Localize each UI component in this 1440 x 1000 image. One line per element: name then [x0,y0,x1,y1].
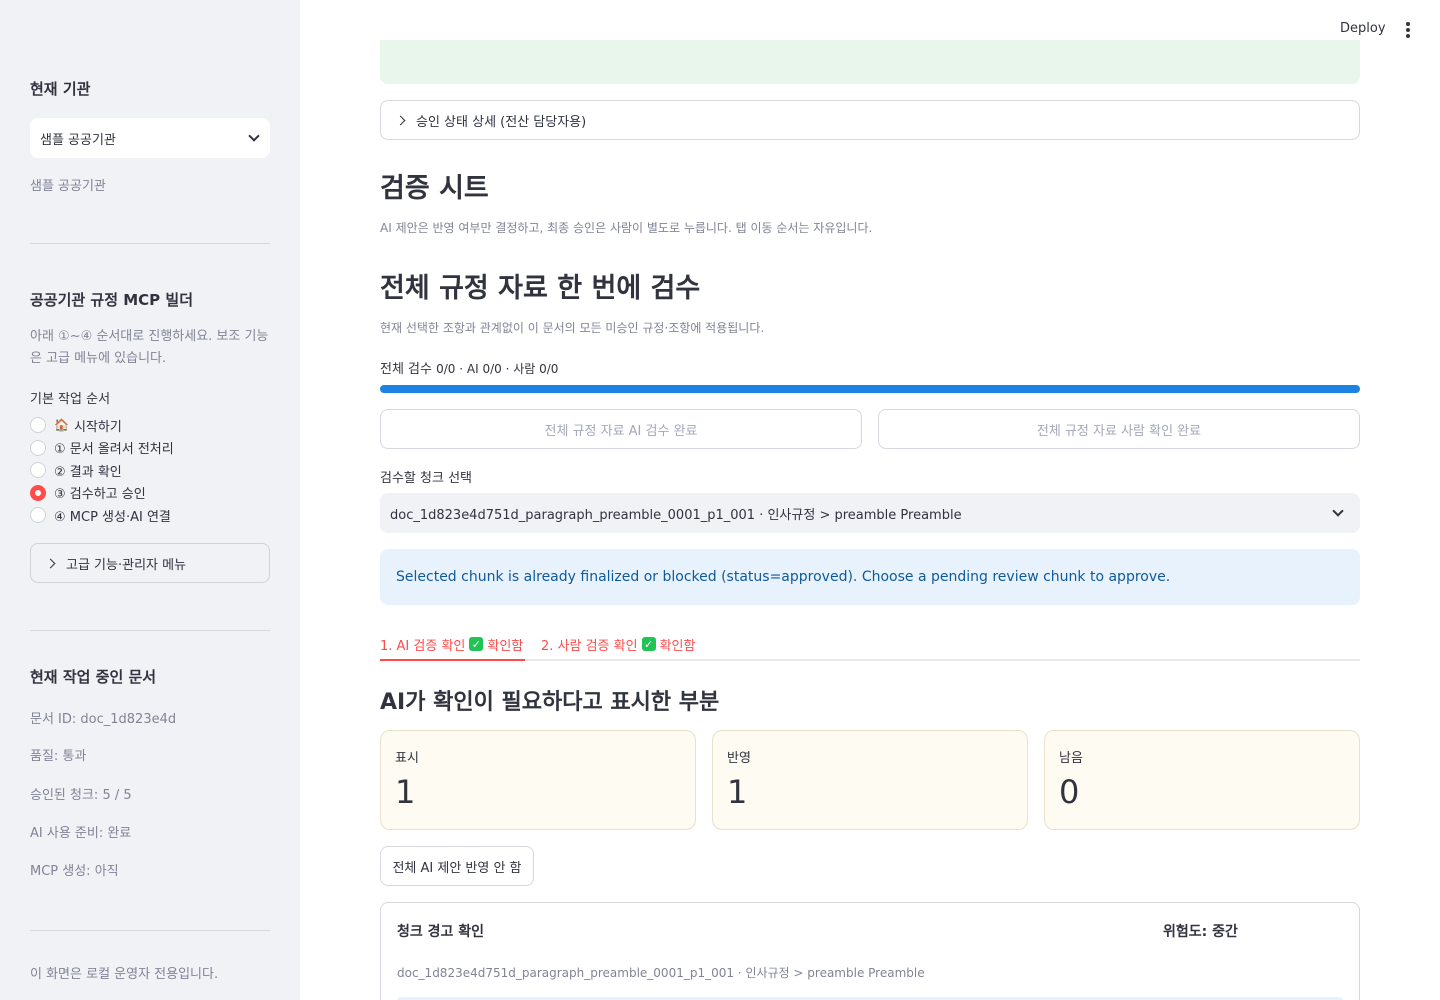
step-start[interactable]: 🏠 시작하기 [30,414,270,437]
progress-label-prefix: 전체 검수 [380,362,432,377]
metric-value: 1 [395,773,416,811]
bulk-title: 전체 규정 자료 한 번에 검수 [380,273,701,304]
doc-heading: 현재 작업 중인 문서 [30,668,157,686]
chevron-down-icon [1332,505,1344,517]
approval-detail-expander[interactable]: 승인 상태 상세 (전산 담당자용) [380,100,1360,140]
builder-caption: 아래 ①~④ 순서대로 진행하세요. 보조 기능은 고급 메뉴에 있습니다. [30,329,269,366]
doc-quality: 품질: 통과 [30,749,87,764]
tab-bar: 1. AI 검증 확인 ✓ 확인함 2. 사람 검증 확인 ✓ 확인함 [380,628,1360,661]
sheet-title: 검증 시트 [380,173,489,204]
progress-label-values: 0/0 · AI 0/0 · 사람 0/0 [436,362,559,376]
org-select-value: 샘플 공공기관 [40,132,116,148]
metric-label: 남음 [1059,751,1083,766]
metric-label: 반영 [727,751,751,766]
chunk-select-value: doc_1d823e4d751d_paragraph_preamble_0001… [390,507,962,523]
reject-all-ai-button[interactable]: 전체 AI 제안 반영 안 함 [380,846,534,886]
progress-label: 전체 검수 0/0 · AI 0/0 · 사람 0/0 [380,358,558,377]
local-notice: 이 화면은 로컬 운영자 전용입니다. [30,967,219,982]
approved-chunks: 승인된 청크: 5 / 5 [30,788,132,803]
mcp-status: MCP 생성: 아직 [30,864,119,879]
approval-detail-label: 승인 상태 상세 (전산 담당자용) [416,114,587,130]
advanced-menu-expander[interactable]: 고급 기능·관리자 메뉴 [30,543,270,583]
step-label: ④ MCP 생성·AI 연결 [54,509,171,525]
org-heading: 현재 기관 [30,80,91,98]
metric-label: 표시 [395,751,419,766]
org-caption: 샘플 공공기관 [30,179,106,194]
builder-heading: 공공기관 규정 MCP 빌더 [30,291,193,309]
house-icon: 🏠 [54,418,69,433]
tab-human-verification[interactable]: 2. 사람 검증 확인 ✓ 확인함 [541,630,695,658]
info-alert-text: Selected chunk is already finalized or b… [396,569,1171,585]
sidebar-divider [30,243,270,244]
radio-button-selected[interactable] [30,484,46,501]
sidebar-divider [30,630,270,631]
chunk-warning-card: 청크 경고 확인 위험도: 중간 doc_1d823e4d751d_paragr… [380,902,1360,1000]
ai-ready-status: AI 사용 준비: 완료 [30,826,132,841]
bulk-human-done-button[interactable]: 전체 규정 자료 사람 확인 완료 [878,409,1360,449]
metric-card-remaining: 남음 0 [1044,730,1360,830]
step-label: ① 문서 올려서 전처리 [54,442,174,458]
chevron-down-icon [248,130,260,142]
step-label: ③ 검수하고 승인 [54,487,146,503]
chevron-right-icon [45,558,56,568]
sidebar-divider [30,930,270,931]
metric-value: 0 [1059,773,1080,811]
step-review[interactable]: ③ 검수하고 승인 [30,482,270,505]
steps-radio-group: 🏠 시작하기 ① 문서 올려서 전처리 ② 결과 확인 ③ 검수하고 승인 ④ … [30,414,270,527]
flag-title: AI가 확인이 필요하다고 표시한 부분 [380,690,720,715]
sidebar: 현재 기관 샘플 공공기관 샘플 공공기관 공공기관 규정 MCP 빌더 아래 … [0,0,300,1000]
sheet-caption: AI 제안은 반영 여부만 결정하고, 최종 승인은 사람이 별도로 누릅니다.… [380,221,873,235]
progress-fill [380,385,1360,393]
success-alert-text [396,40,400,49]
metric-value: 1 [727,773,748,811]
step-results[interactable]: ② 결과 확인 [30,459,270,482]
radio-button[interactable] [30,507,46,524]
step-upload[interactable]: ① 문서 올려서 전처리 [30,437,270,460]
success-alert [380,40,1360,84]
progress-track [380,385,1360,393]
check-mark-icon: ✓ [469,637,484,651]
card-title: 청크 경고 확인 [397,924,485,940]
tab-label: 2. 사람 검증 확인 [541,638,638,654]
risk-level: 위험도: 중간 [1163,924,1238,940]
info-alert: Selected chunk is already finalized or b… [380,549,1360,605]
org-select[interactable]: 샘플 공공기관 [30,118,270,158]
radio-button[interactable] [30,439,46,456]
deploy-button[interactable]: Deploy [1340,21,1386,36]
step-label: 시작하기 [73,419,122,435]
chunk-select[interactable]: doc_1d823e4d751d_paragraph_preamble_0001… [380,493,1360,533]
steps-label: 기본 작업 순서 [30,392,111,407]
doc-id: 문서 ID: doc_1d823e4d [30,712,177,727]
step-label: ② 결과 확인 [54,464,122,480]
metric-card-shown: 표시 1 [380,730,696,830]
check-mark-icon: ✓ [641,637,656,651]
tab-label: 1. AI 검증 확인 [380,638,466,654]
metric-card-applied: 반영 1 [712,730,1028,830]
radio-button[interactable] [30,417,46,434]
tab-status: 확인함 [487,638,524,654]
advanced-menu-label: 고급 기능·관리자 메뉴 [66,557,187,573]
more-menu-icon[interactable] [1405,22,1411,38]
radio-button[interactable] [30,462,46,479]
card-chunk-ref: doc_1d823e4d751d_paragraph_preamble_0001… [397,966,925,980]
chunk-select-label: 검수할 청크 선택 [380,471,472,486]
bulk-caption: 현재 선택한 조항과 관계없이 이 문서의 모든 미승인 규정·조항에 적용됩니… [380,321,765,335]
bulk-ai-done-button[interactable]: 전체 규정 자료 AI 검수 완료 [380,409,862,449]
step-mcp[interactable]: ④ MCP 생성·AI 연결 [30,504,270,527]
tab-status: 확인함 [659,638,696,654]
tab-ai-verification[interactable]: 1. AI 검증 확인 ✓ 확인함 [380,630,523,658]
chevron-right-icon [395,115,406,125]
active-tab-indicator [380,659,525,661]
